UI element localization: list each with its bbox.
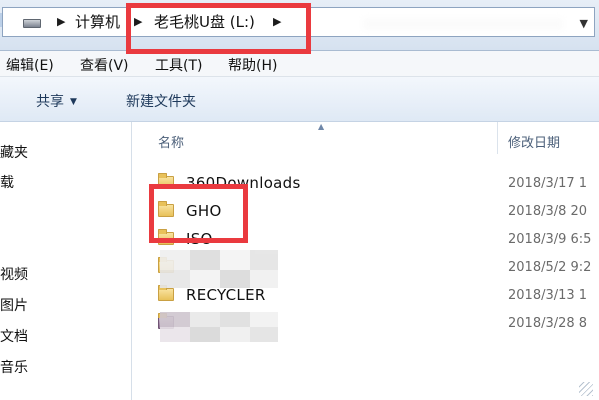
blurred-area — [363, 18, 563, 30]
menu-help[interactable]: 帮助(H) — [228, 55, 277, 75]
resize-grip[interactable] — [579, 382, 593, 396]
chevron-down-icon[interactable]: ▼ — [580, 17, 588, 30]
sort-ascending-icon: ▲ — [318, 122, 325, 131]
nav-item-favorites[interactable]: 藏夹 — [0, 142, 28, 162]
file-date: 2018/3/13 1 — [508, 288, 588, 303]
menu-view[interactable]: 查看(V) — [80, 55, 129, 75]
file-date: 2018/5/2 9:2 — [508, 260, 592, 275]
column-header-modified[interactable]: 修改日期 — [508, 132, 560, 151]
explorer-window: ▶ 计算机 ▶ 老毛桃U盘 (L:) ▶ ▼ 编辑(E) 查看(V) 工具(T)… — [0, 0, 599, 400]
menu-bar: 编辑(E) 查看(V) 工具(T) 帮助(H) — [0, 51, 599, 77]
nav-item-pictures[interactable]: 图片 — [0, 295, 28, 315]
file-date: 2018/3/8 20 — [508, 204, 588, 219]
new-folder-button[interactable]: 新建文件夹 — [126, 91, 196, 111]
menu-tools[interactable]: 工具(T) — [155, 55, 202, 75]
highlight-box-gho — [149, 184, 248, 243]
chevron-down-icon: ▼ — [70, 97, 77, 107]
share-label: 共享 — [36, 94, 64, 110]
highlight-box-address — [126, 3, 311, 54]
nav-item-videos[interactable]: 视频 — [0, 264, 28, 284]
command-toolbar: 共享 ▼ 新建文件夹 — [0, 77, 599, 122]
chevron-right-icon[interactable]: ▶ — [57, 16, 65, 28]
nav-item-documents[interactable]: 文档 — [0, 326, 28, 346]
nav-item-music[interactable]: 音乐 — [0, 357, 28, 377]
pane-divider[interactable] — [131, 122, 132, 400]
column-separator[interactable] — [497, 122, 498, 154]
navigation-pane: 藏夹 载 视频 图片 文档 音乐 — [0, 122, 130, 400]
menu-edit[interactable]: 编辑(E) — [6, 55, 54, 75]
drive-icon — [23, 19, 41, 28]
file-date: 2018/3/9 6:5 — [508, 232, 592, 247]
mosaic-blur — [160, 250, 278, 342]
breadcrumb-computer[interactable]: 计算机 — [75, 13, 120, 31]
file-date: 2018/3/17 1 — [508, 176, 588, 191]
share-button[interactable]: 共享 ▼ — [36, 91, 77, 111]
file-date: 2018/3/28 8 — [508, 316, 588, 331]
nav-item-downloads[interactable]: 载 — [0, 172, 14, 192]
column-header-name[interactable]: 名称 — [158, 132, 184, 151]
